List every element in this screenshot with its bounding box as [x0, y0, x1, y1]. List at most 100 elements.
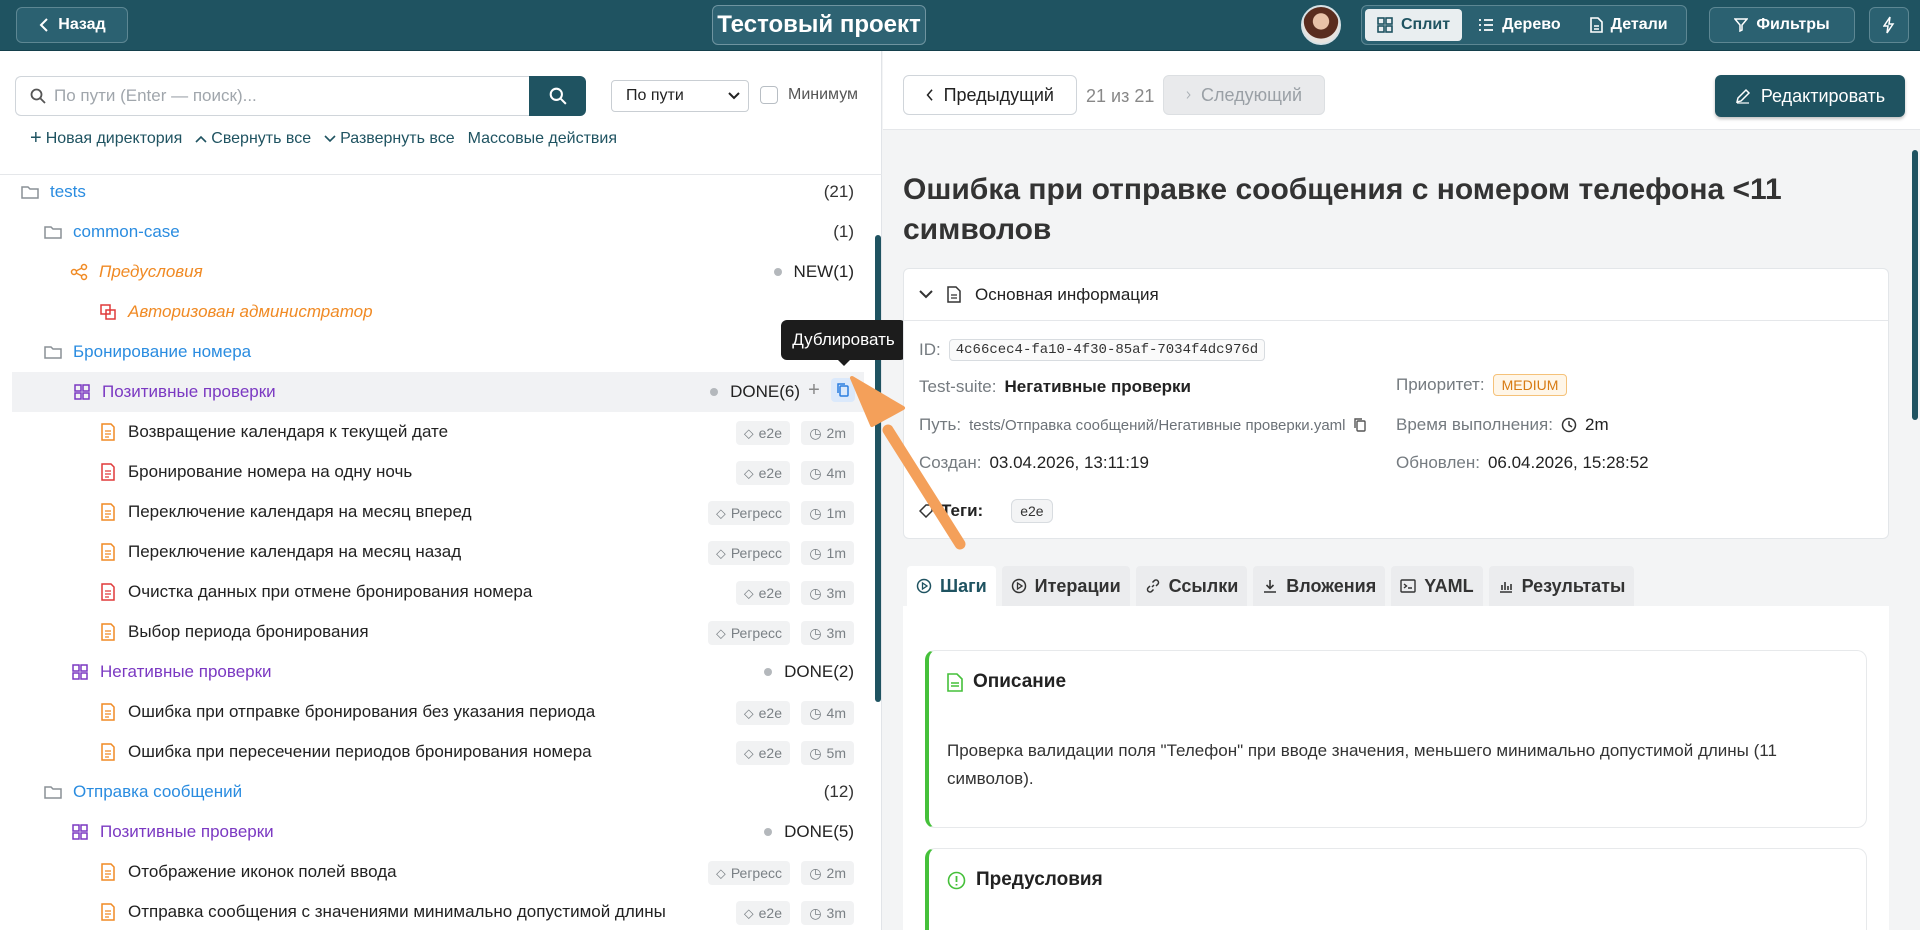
main-info-header[interactable]: Основная информация — [904, 269, 1888, 321]
search-field[interactable] — [15, 76, 530, 116]
tree-test-case[interactable]: Переключение календаря на месяц вперед ⬦… — [0, 492, 876, 532]
copy-icon[interactable] — [1353, 418, 1366, 432]
test-case-icon — [101, 503, 115, 521]
user-avatar[interactable] — [1301, 5, 1341, 45]
back-label: Назад — [58, 16, 106, 33]
tab-results[interactable]: Результаты — [1488, 566, 1635, 606]
test-case-icon — [101, 623, 115, 641]
suite-field: Test-suite: Негативные проверки — [919, 377, 1191, 397]
view-split-button[interactable]: Сплит — [1365, 9, 1463, 41]
tree-suite-preconditions[interactable]: Предусловия NEW(1) — [0, 252, 876, 292]
back-button[interactable]: Назад — [16, 7, 128, 43]
tab-steps[interactable]: Шаги — [907, 566, 996, 606]
path-value: tests/Отправка сообщений/Негативные пров… — [969, 416, 1346, 434]
minimum-toggle[interactable]: Минимум — [760, 86, 858, 104]
tree-test-case[interactable]: Отправка сообщения с значениями минималь… — [0, 892, 876, 930]
tree-test-case[interactable]: Переключение календаря на месяц назад ⬦ Р… — [0, 532, 876, 572]
tab-yaml[interactable]: YAML — [1391, 566, 1483, 606]
detail-tabs: Шаги Итерации Ссылки Вложения YAML Резул… — [907, 566, 1635, 606]
suite-status: NEW(1) — [773, 262, 854, 282]
tree-test-case[interactable]: Выбор периода бронирования ⬦ Регресс ◷ 3m — [0, 612, 876, 652]
created-value: 03.04.2026, 13:11:19 — [989, 453, 1149, 472]
status-text: DONE(2) — [784, 662, 854, 681]
tree-suite-negative[interactable]: Негативные проверки DONE(2) — [0, 652, 876, 692]
document-icon — [1589, 17, 1603, 33]
search-mode-select[interactable]: По пути — [611, 80, 749, 112]
expand-all-button[interactable]: Развернуть все — [324, 127, 455, 150]
duration-text: 4m — [826, 465, 846, 481]
tree-scrollbar[interactable] — [875, 235, 881, 702]
tab-iterations-label: Итерации — [1034, 575, 1121, 596]
id-label: ID: — [919, 340, 941, 359]
tree-test-case[interactable]: Ошибка при отправке бронирования без ука… — [0, 692, 876, 732]
tag-text: Регресс — [730, 865, 782, 881]
suite-grid-icon — [72, 664, 88, 680]
tree-precondition-item[interactable]: Авторизован администратор — [0, 292, 876, 332]
tree-test-case[interactable]: Ошибка при пересечении периодов брониров… — [0, 732, 876, 772]
filters-button[interactable]: Фильтры — [1709, 7, 1855, 43]
tag-chip: ⬦ e2e — [735, 421, 790, 445]
chevron-left-icon — [926, 89, 933, 101]
updated-label: Обновлен: — [1396, 453, 1480, 472]
view-tree-button[interactable]: Дерево — [1466, 9, 1573, 41]
tag-text: e2e — [758, 745, 782, 761]
search-icon — [549, 87, 567, 105]
suite-value: Негативные проверки — [1004, 377, 1192, 396]
tab-iterations[interactable]: Итерации — [1001, 566, 1130, 606]
duration-text: 1m — [826, 545, 846, 561]
tag-badge: e2e — [1011, 499, 1053, 523]
tag-icon: ⬦ — [716, 544, 726, 561]
item-count: (12) — [823, 782, 854, 801]
tree-test-case[interactable]: Очистка данных при отмене бронирования н… — [0, 572, 876, 612]
path-field: Путь: tests/Отправка сообщений/Негативны… — [919, 415, 1366, 435]
created-label: Создан: — [919, 453, 982, 472]
detail-scrollbar[interactable] — [1912, 150, 1918, 420]
list-icon — [1479, 19, 1494, 31]
view-details-button[interactable]: Детали — [1577, 9, 1680, 41]
minimum-checkbox[interactable] — [760, 86, 778, 104]
bulk-actions-button[interactable]: Массовые действия — [468, 127, 617, 150]
play-circle-icon — [1011, 578, 1026, 594]
test-tree: tests (21) common-case (1) Предусловия N… — [0, 172, 876, 930]
tag-icon: ⬦ — [743, 464, 754, 481]
edit-button[interactable]: Редактировать — [1715, 75, 1905, 117]
search-button[interactable] — [529, 76, 586, 116]
tab-links[interactable]: Ссылки — [1135, 566, 1248, 606]
id-value[interactable]: 4c66cec4-fa10-4f30-85af-7034f4dc976d — [948, 339, 1266, 361]
tree-test-case[interactable]: Возвращение календаря к текущей дате ⬦ e2… — [0, 412, 876, 452]
tags-label: Теги: — [941, 501, 984, 520]
view-switch: Сплит Дерево Детали — [1361, 5, 1687, 45]
tree-folder-booking[interactable]: Бронирование номера — [0, 332, 876, 372]
tree-item-label: Переключение календаря на месяц назад — [128, 542, 462, 561]
quick-actions-button[interactable] — [1869, 7, 1909, 43]
search-input[interactable] — [54, 86, 494, 106]
description-header: Описание — [947, 671, 1066, 693]
description-text: Проверка валидации поля "Телефон" при вв… — [947, 741, 1777, 788]
tree-suite-positive[interactable]: Позитивные проверки DONE(5) — [0, 812, 876, 852]
tree-suite-positive[interactable]: Позитивные проверки DONE(6) — [12, 372, 864, 412]
id-field: ID: 4c66cec4-fa10-4f30-85af-7034f4dc976d — [919, 339, 1266, 361]
next-button[interactable]: Следующий — [1163, 75, 1325, 115]
tree-folder-messages[interactable]: Отправка сообщений (12) — [0, 772, 876, 812]
tree-test-case[interactable]: Бронирование номера на одну ночь ⬦ e2e ◷ 4… — [0, 452, 876, 492]
previous-button[interactable]: Предыдущий — [903, 75, 1077, 115]
tree-folder-common-case[interactable]: common-case (1) — [0, 212, 876, 252]
collapse-all-button[interactable]: Свернуть все — [195, 127, 311, 150]
preconditions-header: Предусловия — [947, 869, 1103, 891]
alert-circle-icon — [947, 871, 966, 889]
tree-test-case[interactable]: Отображение иконок полей ввода ⬦ Регресс … — [0, 852, 876, 892]
tab-steps-label: Шаги — [940, 575, 987, 596]
tree-item-label: Негативные проверки — [100, 662, 272, 681]
tag-text: e2e — [758, 585, 782, 601]
new-directory-button[interactable]: + Новая директория — [30, 127, 182, 150]
tree-item-label: Отображение иконок полей ввода — [128, 862, 397, 881]
duplicate-button[interactable] — [831, 378, 855, 402]
test-case-icon — [101, 583, 115, 601]
tab-attachments[interactable]: Вложения — [1253, 566, 1386, 606]
add-case-button[interactable]: + — [802, 378, 826, 402]
tag-text: Регресс — [730, 625, 782, 641]
duration-chip: ◷ 2m — [801, 861, 854, 885]
duration-chip: ◷ 3m — [801, 581, 854, 605]
document-icon — [947, 286, 961, 303]
tree-folder-tests[interactable]: tests (21) — [0, 172, 876, 212]
